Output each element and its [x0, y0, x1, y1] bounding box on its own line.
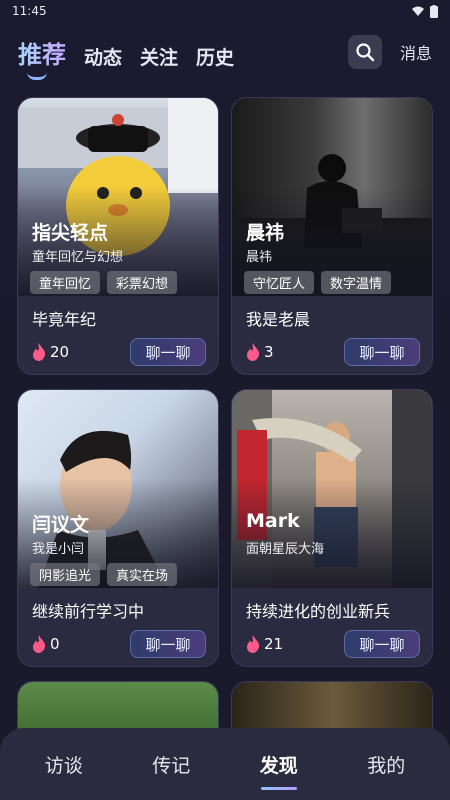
like-count: 0: [50, 635, 60, 653]
flame-icon: [33, 343, 46, 361]
profile-card[interactable]: 闫议文 我是小闫 阴影追光 真实在场 继续前行学习中 0 聊一聊: [17, 389, 219, 667]
flame-icon: [247, 635, 260, 653]
tab-history[interactable]: 历史: [196, 43, 234, 70]
card-image: [232, 98, 432, 296]
battery-icon: [430, 4, 438, 18]
flame-icon: [33, 635, 46, 653]
card-name: Mark: [246, 510, 300, 532]
card-name: 指尖轻点: [32, 222, 109, 244]
bottom-nav: 访谈 传记 发现 我的: [0, 728, 450, 800]
tab-following[interactable]: 关注: [140, 43, 178, 70]
card-image: [232, 390, 432, 588]
active-tab-underline: [260, 786, 297, 790]
chat-button[interactable]: 聊一聊: [344, 630, 420, 658]
bottom-tab-label: 发现: [259, 754, 298, 777]
top-nav: 推荐 动态 关注 历史 消息: [0, 30, 450, 80]
card-subtitle: 面朝星辰大海: [246, 542, 325, 557]
bottom-tab-me[interactable]: 我的: [346, 751, 426, 778]
search-button[interactable]: [347, 35, 382, 69]
profile-card[interactable]: Mark 面朝星辰大海 持续进化的创业新兵 21 聊一聊: [231, 389, 433, 667]
card-name: 闫议文: [32, 514, 90, 536]
tab-label: 推荐: [18, 40, 66, 69]
card-tags: 童年回忆 彩票幻想: [30, 271, 178, 294]
card-subtitle: 童年回忆与幻想: [32, 250, 124, 265]
card-title: 毕竟年纪: [32, 310, 97, 329]
tag: 童年回忆: [30, 271, 101, 294]
tab-recommend[interactable]: 推荐: [18, 35, 66, 80]
card-subtitle: 我是小闫: [32, 542, 85, 557]
tag: 真实在场: [107, 563, 178, 586]
card-name: 晨祎: [246, 222, 285, 244]
card-footer: 3 聊一聊: [246, 338, 420, 366]
status-time: 11:45: [12, 4, 47, 18]
tag: 阴影追光: [30, 563, 101, 586]
card-subtitle: 晨祎: [246, 250, 273, 265]
tab-dynamic[interactable]: 动态: [84, 43, 122, 70]
profile-card[interactable]: 指尖轻点 童年回忆与幻想 童年回忆 彩票幻想 毕竟年纪 20 聊一聊: [17, 97, 219, 375]
like-count: 20: [50, 343, 70, 361]
like-count: 21: [264, 635, 284, 653]
chat-button[interactable]: 聊一聊: [130, 630, 206, 658]
card-title: 我是老晨: [246, 310, 311, 329]
tag: 数字温情: [321, 271, 392, 294]
active-tab-indicator: [27, 72, 47, 80]
messages-button[interactable]: 消息: [400, 40, 432, 64]
tag: 守忆匠人: [244, 271, 315, 294]
card-title: 持续进化的创业新兵: [246, 602, 391, 621]
card-image: [18, 98, 218, 296]
flame-icon: [247, 343, 260, 361]
bottom-tab-discover[interactable]: 发现: [239, 751, 319, 790]
card-title: 继续前行学习中: [32, 602, 145, 621]
card-footer: 21 聊一聊: [246, 630, 420, 658]
like-count: 3: [264, 343, 274, 361]
bottom-tab-interview[interactable]: 访谈: [24, 751, 104, 778]
tag: 彩票幻想: [107, 271, 178, 294]
bottom-tab-biography[interactable]: 传记: [131, 751, 211, 778]
status-icons: [412, 4, 438, 18]
card-footer: 20 聊一聊: [32, 338, 206, 366]
card-tags: 守忆匠人 数字温情: [244, 271, 392, 294]
wifi-icon: [412, 6, 424, 16]
chat-button[interactable]: 聊一聊: [344, 338, 420, 366]
chat-button[interactable]: 聊一聊: [130, 338, 206, 366]
card-footer: 0 聊一聊: [32, 630, 206, 658]
status-bar: 11:45: [0, 0, 450, 22]
card-tags: 阴影追光 真实在场: [30, 563, 178, 586]
search-icon: [356, 43, 375, 62]
profile-card[interactable]: 晨祎 晨祎 守忆匠人 数字温情 我是老晨 3 聊一聊: [231, 97, 433, 375]
card-image: [18, 390, 218, 588]
top-tabs: 推荐 动态 关注 历史: [18, 35, 234, 80]
nav-right: 消息: [347, 35, 432, 69]
